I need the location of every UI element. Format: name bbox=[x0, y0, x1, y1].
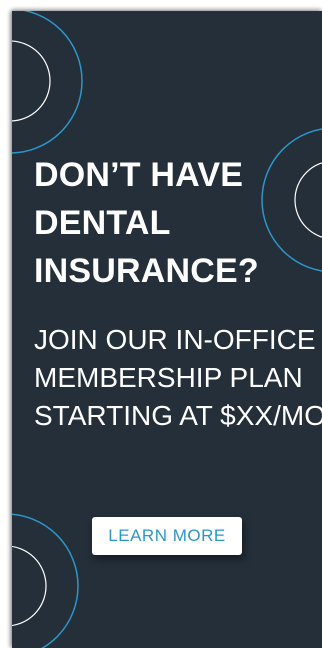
ad-banner[interactable]: DON’T HAVE DENTAL INSURANCE? JOIN OUR IN… bbox=[12, 11, 322, 648]
learn-more-button[interactable]: LEARN MORE bbox=[92, 517, 242, 555]
headline: DON’T HAVE DENTAL INSURANCE? bbox=[34, 156, 259, 290]
ring-bottom-left bbox=[12, 513, 79, 648]
subheadline: JOIN OUR IN-OFFICE MEMBERSHIP PLAN START… bbox=[34, 324, 322, 431]
ad-frame: DON’T HAVE DENTAL INSURANCE? JOIN OUR IN… bbox=[0, 0, 322, 648]
ring-top-left bbox=[12, 11, 83, 154]
